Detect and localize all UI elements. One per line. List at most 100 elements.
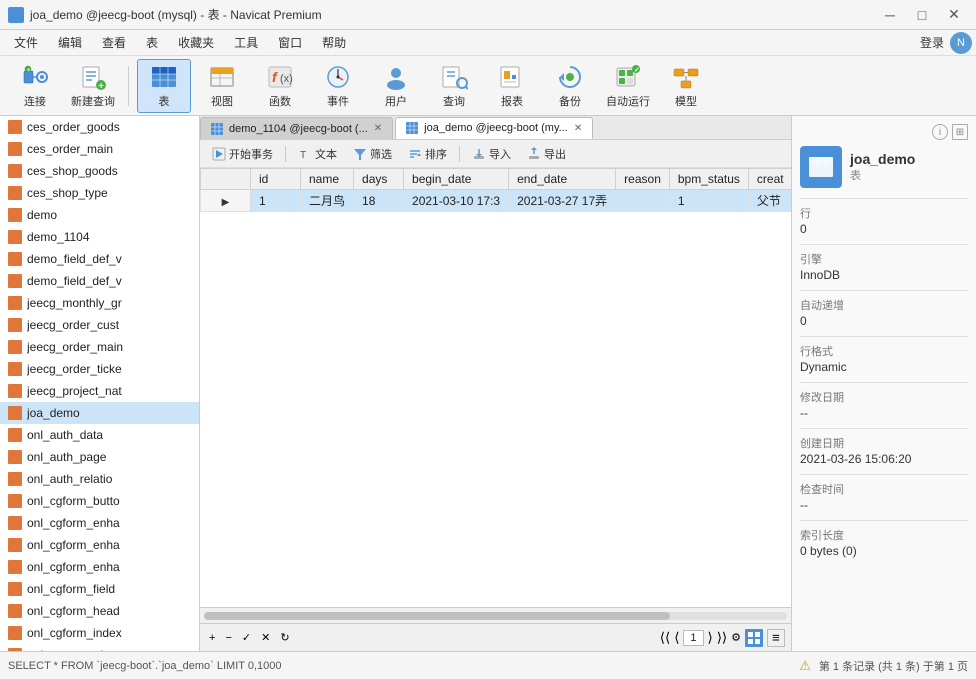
sidebar-item-ces_order_main[interactable]: ces_order_main — [0, 138, 199, 160]
menu-table[interactable]: 表 — [136, 31, 168, 54]
tab-close-btn[interactable]: ✕ — [374, 123, 382, 134]
toolbar-model[interactable]: 模型 — [659, 59, 713, 113]
sidebar-item-ces_shop_goods[interactable]: ces_shop_goods — [0, 160, 199, 182]
list-view-btn[interactable]: ≡ — [767, 629, 785, 647]
toolbar-connect[interactable]: + 连接 — [8, 59, 62, 113]
horizontal-scrollbar[interactable] — [200, 607, 791, 623]
sidebar-item-onl_cgform_index[interactable]: onl_cgform_index — [0, 622, 199, 644]
sidebar-item-onl_cgform_enha3[interactable]: onl_cgform_enha — [0, 556, 199, 578]
toolbar-autorun[interactable]: ✓ 自动运行 — [601, 59, 655, 113]
sidebar-item-demo_field_def_v1[interactable]: demo_field_def_v — [0, 248, 199, 270]
toolbar-query[interactable]: 查询 — [427, 59, 481, 113]
menu-favorites[interactable]: 收藏夹 — [168, 31, 224, 54]
grid-icon[interactable]: ⊞ — [952, 124, 968, 140]
menu-window[interactable]: 窗口 — [268, 31, 312, 54]
col-header-id[interactable]: id — [251, 169, 301, 190]
sidebar-item-onl_cgform_field[interactable]: onl_cgform_field — [0, 578, 199, 600]
close-btn[interactable]: ✕ — [258, 631, 273, 644]
col-header-name[interactable]: name — [301, 169, 354, 190]
menu-edit[interactable]: 编辑 — [48, 31, 92, 54]
sidebar-item-ces_shop_type[interactable]: ces_shop_type — [0, 182, 199, 204]
next-page-btn[interactable]: ⟩ — [708, 630, 713, 646]
cell-reason[interactable] — [616, 190, 670, 212]
cell-days[interactable]: 18 — [354, 190, 404, 212]
sidebar-item-label: demo_1104 — [27, 230, 90, 244]
sidebar-item-onl_cgform_head[interactable]: onl_cgform_head — [0, 600, 199, 622]
text-btn[interactable]: T 文本 — [292, 144, 343, 164]
menu-tools[interactable]: 工具 — [224, 31, 268, 54]
sidebar-item-onl_cgform_butto[interactable]: onl_cgform_butto — [0, 490, 199, 512]
menu-file[interactable]: 文件 — [4, 31, 48, 54]
prev-page-btn[interactable]: ⟨ — [674, 630, 679, 646]
sidebar-item-onl_auth_relatio[interactable]: onl_auth_relatio — [0, 468, 199, 490]
cell-name[interactable]: 二月鸟 — [301, 190, 354, 212]
delete-row-btn[interactable]: − — [222, 632, 234, 644]
cell-end_date[interactable]: 2021-03-27 17弄 — [509, 190, 616, 212]
sidebar-item-onl_cgreport_hea[interactable]: onl_cgreport_hea — [0, 644, 199, 651]
settings-btn[interactable]: ⚙ — [731, 631, 741, 644]
sidebar-item-onl_cgform_enha2[interactable]: onl_cgform_enha — [0, 534, 199, 556]
check-btn[interactable]: ✓ — [239, 631, 254, 644]
import-btn[interactable]: 导入 — [466, 144, 517, 164]
info-icon[interactable]: i — [932, 124, 948, 140]
sidebar-item-joa_demo[interactable]: joa_demo — [0, 402, 199, 424]
col-header-end_date[interactable]: end_date — [509, 169, 616, 190]
col-header-bpm_status[interactable]: bpm_status — [669, 169, 748, 190]
toolbar-event[interactable]: 事件 — [311, 59, 365, 113]
toolbar-backup[interactable]: 备份 — [543, 59, 597, 113]
query-icon — [440, 63, 468, 91]
add-row-btn[interactable]: + — [206, 632, 218, 644]
sidebar-item-onl_auth_page[interactable]: onl_auth_page — [0, 446, 199, 468]
rp-title-area: joa_demo 表 — [850, 151, 915, 183]
filter-btn[interactable]: 筛选 — [347, 144, 398, 164]
cell-creat[interactable]: 父节 — [748, 190, 791, 212]
last-page-btn[interactable]: ⟩⟩ — [717, 630, 727, 646]
toolbar-table[interactable]: 表 — [137, 59, 191, 113]
col-header-begin_date[interactable]: begin_date — [404, 169, 509, 190]
maximize-button[interactable]: □ — [908, 4, 936, 26]
menu-view[interactable]: 查看 — [92, 31, 136, 54]
toolbar-new-query[interactable]: + 新建查询 — [66, 59, 120, 113]
sidebar-item-jeecg_project_na[interactable]: jeecg_project_nat — [0, 380, 199, 402]
start-transaction-label: 开始事务 — [229, 146, 273, 162]
sort-btn[interactable]: 排序 — [402, 144, 453, 164]
sidebar-item-demo_field_def_v2[interactable]: demo_field_def_v — [0, 270, 199, 292]
col-header-reason[interactable]: reason — [616, 169, 670, 190]
hscroll-track[interactable] — [204, 612, 787, 620]
sidebar-item-jeecg_monthly_gr[interactable]: jeecg_monthly_gr — [0, 292, 199, 314]
sidebar-item-demo_1104[interactable]: demo_1104 — [0, 226, 199, 248]
sidebar-item-jeecg_order_tick[interactable]: jeecg_order_ticke — [0, 358, 199, 380]
menu-help[interactable]: 帮助 — [312, 31, 356, 54]
table-row[interactable]: ▶ 1 二月鸟 18 2021-03-10 17:3 2021-03-27 17… — [201, 190, 792, 212]
toolbar-report[interactable]: 报表 — [485, 59, 539, 113]
cell-begin_date[interactable]: 2021-03-10 17:3 — [404, 190, 509, 212]
close-button[interactable]: ✕ — [940, 4, 968, 26]
tab-demo_1104[interactable]: demo_1104 @jeecg-boot (... ✕ — [200, 117, 393, 139]
page-number[interactable]: 1 — [683, 630, 703, 646]
menu-bar: 文件 编辑 查看 表 收藏夹 工具 窗口 帮助 登录 N — [0, 30, 976, 56]
cell-id[interactable]: 1 — [251, 190, 301, 212]
sidebar-item-onl_auth_data[interactable]: onl_auth_data — [0, 424, 199, 446]
tab-joa_demo[interactable]: joa_demo @jeecg-boot (my... ✕ — [395, 117, 593, 139]
start-transaction-btn[interactable]: 开始事务 — [206, 144, 279, 164]
toolbar-function[interactable]: f (x) 函数 — [253, 59, 307, 113]
grid-view-btn[interactable] — [745, 629, 763, 647]
first-page-btn[interactable]: ⟨⟨ — [660, 630, 670, 646]
hscroll-thumb[interactable] — [204, 612, 670, 620]
sort-label: 排序 — [425, 146, 447, 162]
col-header-creat[interactable]: creat — [748, 169, 791, 190]
toolbar-user[interactable]: 用户 — [369, 59, 423, 113]
sidebar-item-ces_order_goods[interactable]: ces_order_goods — [0, 116, 199, 138]
sidebar-item-onl_cgform_enha1[interactable]: onl_cgform_enha — [0, 512, 199, 534]
toolbar-view[interactable]: 视图 — [195, 59, 249, 113]
minimize-button[interactable]: ─ — [876, 4, 904, 26]
sidebar-item-jeecg_order_main[interactable]: jeecg_order_main — [0, 336, 199, 358]
sidebar-item-demo[interactable]: demo — [0, 204, 199, 226]
sidebar-item-jeecg_order_cust[interactable]: jeecg_order_cust — [0, 314, 199, 336]
cell-bpm_status[interactable]: 1 — [669, 190, 748, 212]
refresh-btn[interactable]: ↻ — [277, 631, 292, 644]
col-header-days[interactable]: days — [354, 169, 404, 190]
login-button[interactable]: 登录 — [920, 34, 944, 51]
export-btn[interactable]: 导出 — [521, 144, 572, 164]
tab-close-btn-active[interactable]: ✕ — [574, 123, 582, 134]
